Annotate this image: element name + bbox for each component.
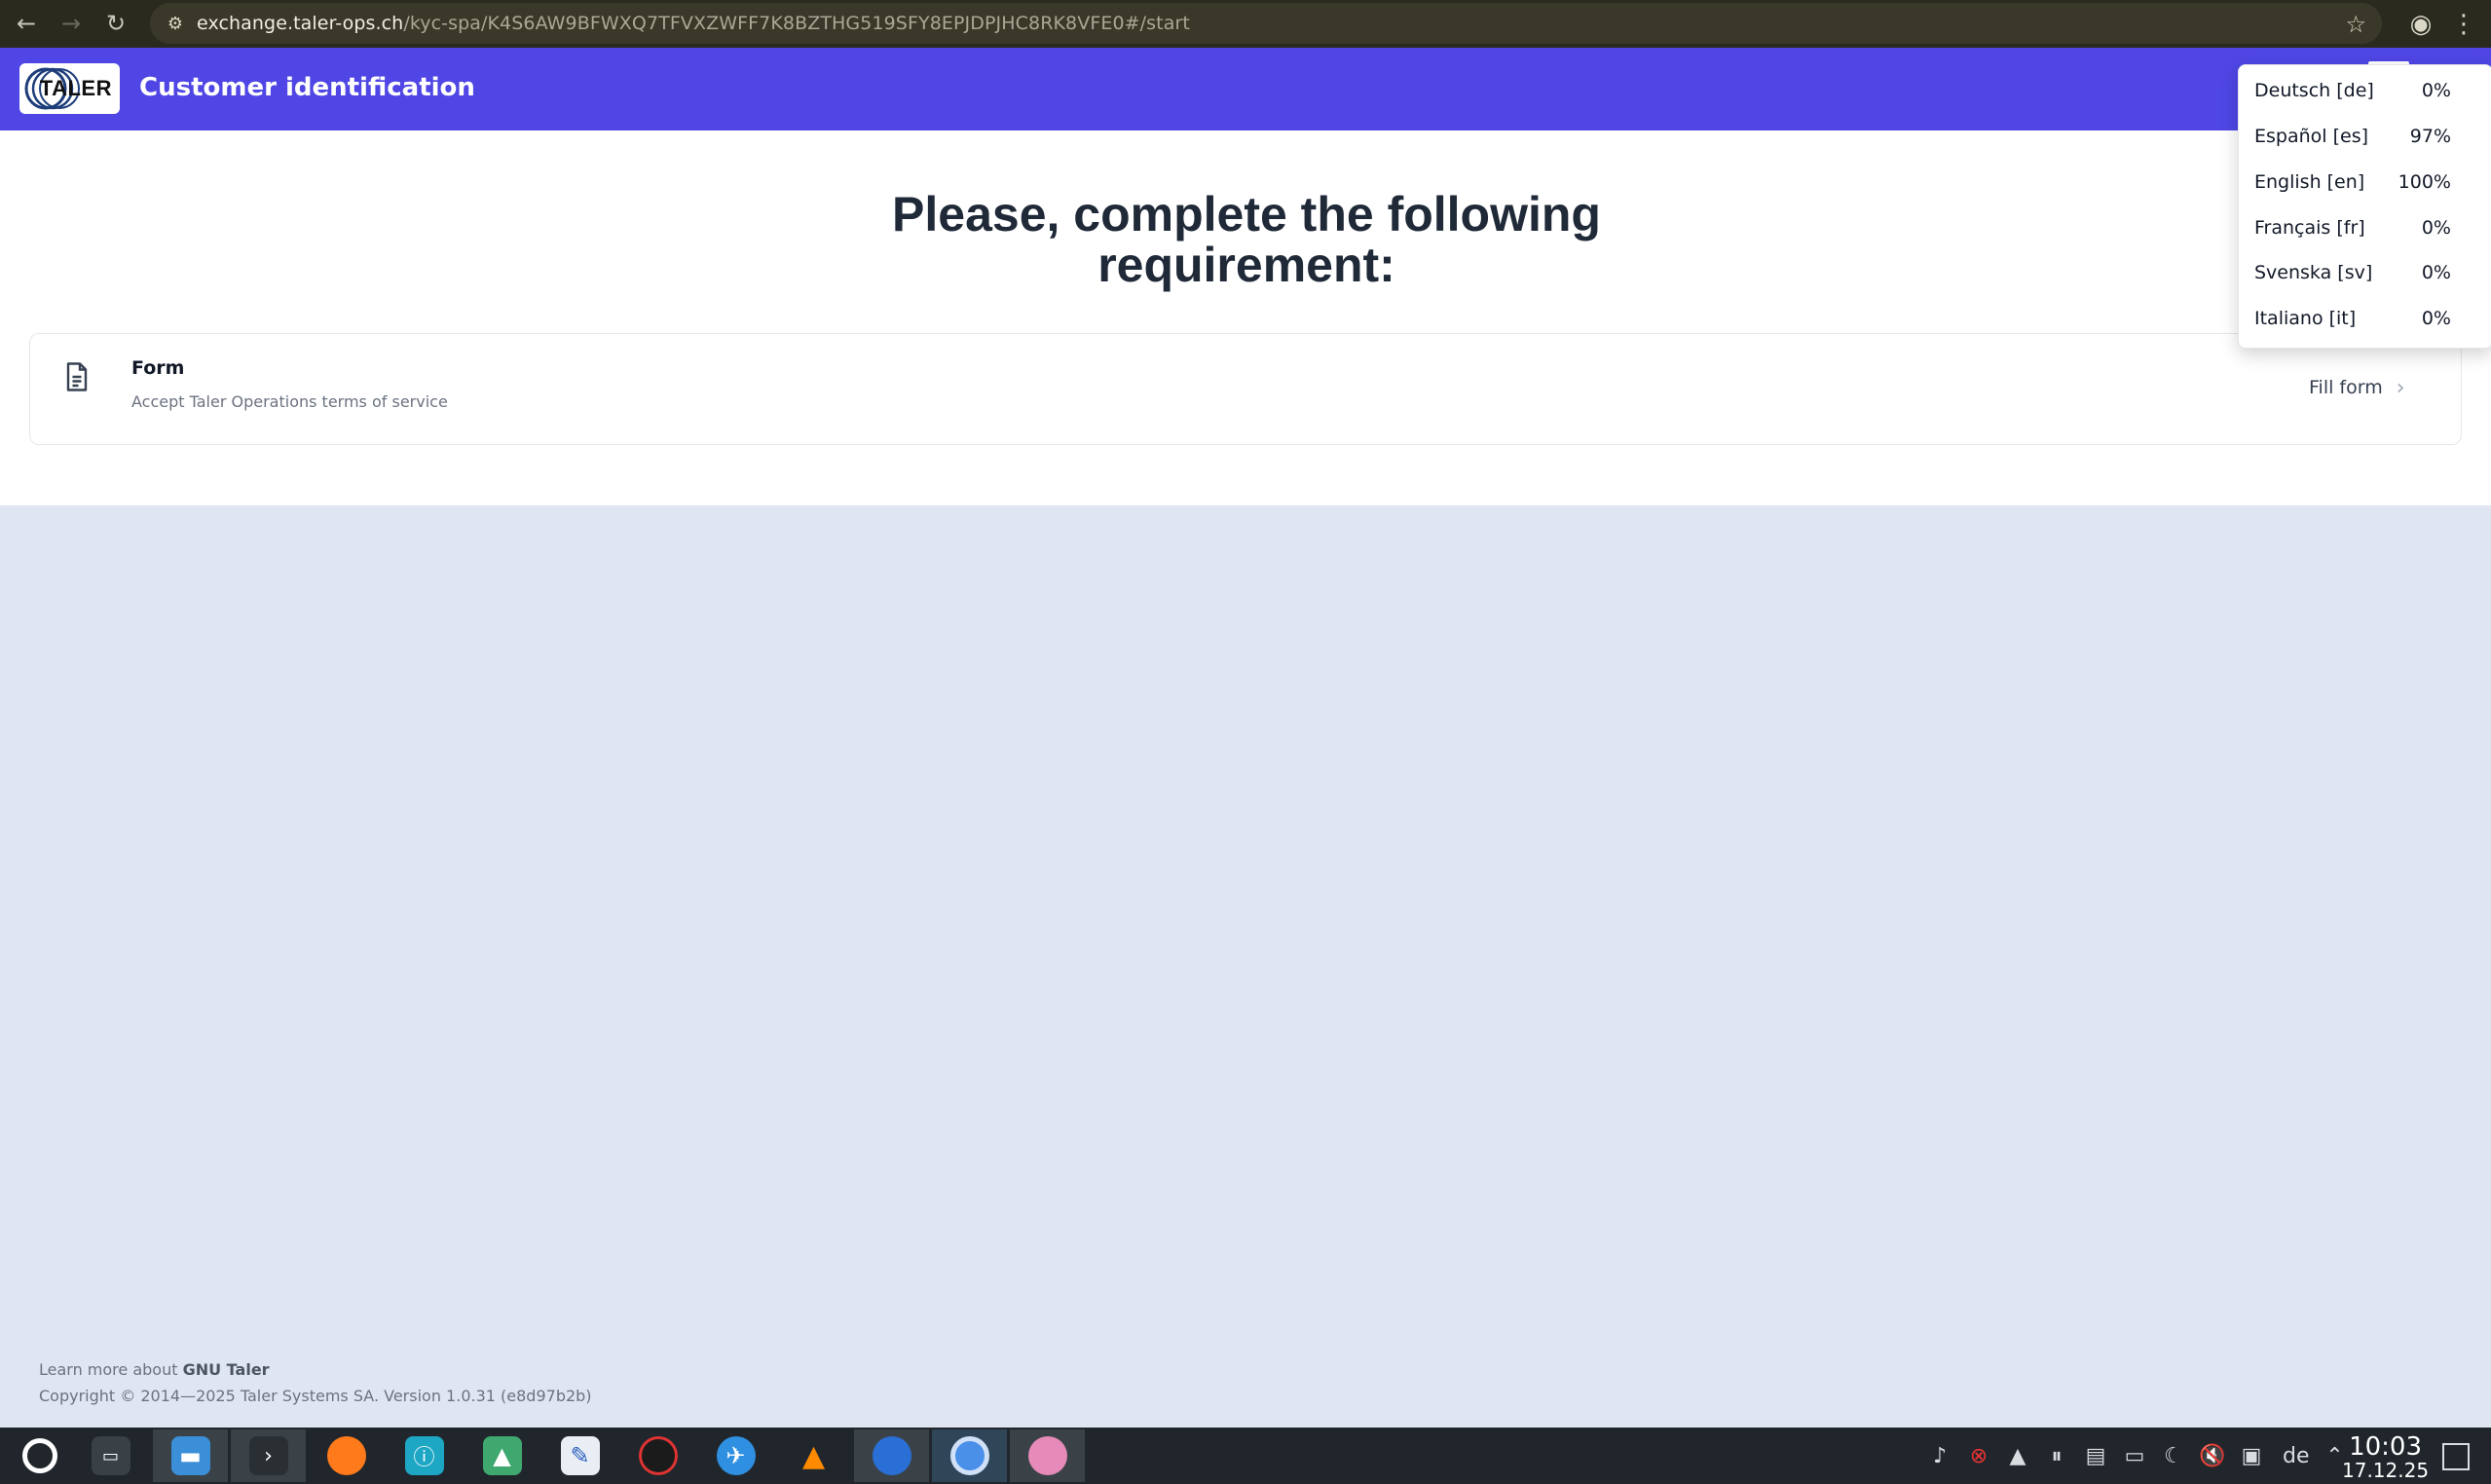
footer-copyright: Copyright © 2014—2025 Taler Systems SA. … [39,1387,592,1405]
language-percent: 0% [2421,216,2451,239]
reload-icon[interactable]: ↻ [93,1,138,46]
network-app-icon[interactable]: ✈ [698,1429,773,1482]
mail-icon [872,1436,911,1475]
address-bar[interactable]: ⚙ exchange.taler-ops.ch/kyc-spa/K4S6AW9B… [150,3,2382,44]
language-label: Deutsch [de] [2254,79,2374,101]
firefox-icon[interactable] [309,1429,384,1482]
document-icon [66,362,88,391]
vlc-icon[interactable]: ▲ [776,1429,851,1482]
file-manager-icon[interactable]: ▬ [153,1429,228,1482]
language-option-fr[interactable]: Français [fr] 0% [2239,204,2491,250]
page-title: Customer identification [139,73,475,102]
language-option-es[interactable]: Español [es] 97% [2239,113,2491,159]
fill-form-label: Fill form [2309,377,2383,398]
language-option-en[interactable]: English [en] 100% [2239,159,2491,204]
back-icon[interactable]: ← [4,1,49,46]
globe-icon: ✈ [716,1436,756,1475]
media-pause-icon[interactable]: ⏸ [2043,1444,2070,1468]
document-app-icon: ✎ [560,1436,600,1475]
clock-time: 10:03 [2349,1432,2422,1462]
taler-logo[interactable]: TALER [19,63,120,114]
learn-more-prefix: Learn more about [39,1360,178,1379]
office-app-icon[interactable]: ✎ [542,1429,617,1482]
night-color-icon[interactable]: ☾ [2160,1444,2187,1468]
browser-icon [949,1436,989,1475]
requirement-description: Accept Taler Operations terms of service [131,392,448,411]
launcher-gear-icon [21,1438,57,1473]
chat-bubble-icon [1027,1436,1067,1475]
fill-form-button[interactable]: Fill form › [2309,373,2405,402]
taler-app-icon [638,1436,678,1475]
footer-learn-more: Learn more about GNU Taler [39,1360,270,1379]
chat-app-icon[interactable] [1010,1429,1085,1482]
url-host: exchange.taler-ops.ch [197,13,404,34]
language-label: English [en] [2254,170,2365,193]
language-label: Svenska [sv] [2254,261,2373,283]
volume-muted-icon[interactable]: 🔇 [2199,1444,2226,1468]
language-label: Italiano [it] [2254,307,2357,329]
language-percent: 0% [2421,261,2451,283]
show-desktop-icon[interactable] [2442,1443,2470,1470]
app-launcher-icon[interactable] [2,1429,77,1482]
folder-icon: ▬ [170,1436,210,1475]
system-tray: ♪ ⊗ ▲ ⏸ ▤ ▭ ☾ 🔇 ▣ de ⌃ [1926,1428,2349,1484]
browser-menu-icon[interactable]: ⋮ [2444,5,2483,44]
app-header: TALER Customer identification [0,48,2491,130]
taler-tray-icon[interactable]: ⊗ [1965,1444,1992,1468]
url-path: /kyc-spa/K4S6AW9BFWXQ7TFVXZWFF7K8BZTHG51… [403,13,1190,34]
language-percent: 97% [2409,125,2451,147]
notifications-icon[interactable]: ♪ [1926,1444,1953,1468]
thunderbird-icon[interactable] [854,1429,929,1482]
gnu-taler-link[interactable]: GNU Taler [183,1360,270,1379]
language-percent: 100% [2398,170,2451,193]
language-option-de[interactable]: Deutsch [de] 0% [2239,67,2491,113]
clock[interactable]: 10:03 17.12.25 [2342,1433,2429,1480]
info-app-icon[interactable]: ⓘ [387,1429,462,1482]
network-icon[interactable]: ▣ [2238,1444,2265,1468]
clipboard-icon[interactable]: ▤ [2082,1444,2109,1468]
language-percent: 0% [2421,307,2451,329]
logo-text: TALER [39,76,112,100]
forward-icon[interactable]: → [49,1,93,46]
site-info-icon[interactable]: ⚙ [156,4,195,43]
pager-icon[interactable]: ▭ [73,1429,148,1482]
url-text[interactable]: exchange.taler-ops.ch/kyc-spa/K4S6AW9BFW… [197,13,1190,34]
keyboard-layout-indicator[interactable]: de [2283,1444,2310,1468]
chevron-right-icon: › [2396,375,2405,400]
language-dropdown: Deutsch [de] 0% Español [es] 97% English… [2238,64,2491,349]
language-label: Español [es] [2254,125,2369,147]
vlc-tray-icon[interactable]: ▲ [2004,1444,2031,1468]
main-content: Please, complete the following requireme… [0,130,2491,505]
chromium-icon[interactable] [932,1429,1007,1482]
info-icon: ⓘ [404,1436,444,1475]
language-label: Français [fr] [2254,216,2365,239]
requirement-card[interactable]: Form Accept Taler Operations terms of se… [29,333,2462,445]
traffic-cone-icon: ▲ [801,1438,826,1473]
system-monitor-icon[interactable]: ▲ [465,1429,539,1482]
battery-icon[interactable]: ▭ [2121,1444,2148,1468]
requirements-heading: Please, complete the following requireme… [892,187,1601,292]
language-option-it[interactable]: Italiano [it] 0% [2239,295,2491,341]
taler-wallet-icon[interactable] [620,1429,695,1482]
bookmark-star-icon[interactable]: ☆ [2345,11,2366,38]
browser-toolbar: ← → ↻ ⚙ exchange.taler-ops.ch/kyc-spa/K4… [0,0,2491,48]
profile-icon[interactable]: ◉ [2401,5,2440,44]
terminal-icon[interactable]: › [231,1429,306,1482]
firefox-logo-icon [326,1436,366,1475]
requirement-title: Form [131,357,185,379]
clock-date: 17.12.25 [2342,1459,2430,1482]
language-option-sv[interactable]: Svenska [sv] 0% [2239,249,2491,295]
terminal-prompt-icon: › [248,1436,288,1475]
chart-icon: ▲ [482,1436,522,1475]
language-percent: 0% [2421,79,2451,101]
desktop-pager-icon: ▭ [91,1436,130,1475]
